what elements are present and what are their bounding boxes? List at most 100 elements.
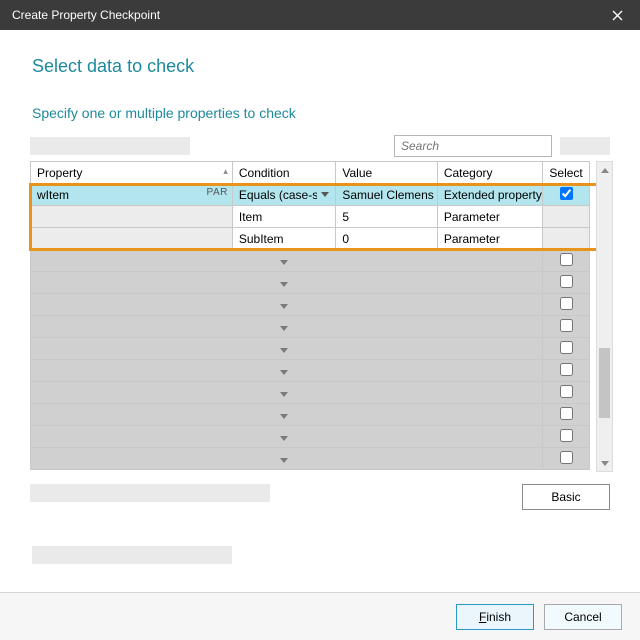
title-bar: Create Property Checkpoint: [0, 0, 640, 30]
cell-select[interactable]: [543, 184, 590, 206]
search-field[interactable]: [394, 135, 552, 157]
expand-cell[interactable]: [31, 382, 543, 404]
select-checkbox[interactable]: [560, 429, 573, 442]
expand-cell[interactable]: [31, 250, 543, 272]
chevron-down-icon: [280, 348, 288, 353]
select-checkbox[interactable]: [560, 341, 573, 354]
bottom-actions: Basic: [26, 484, 614, 510]
table-row[interactable]: wItemPAREquals (case-sensitive)Samuel Cl…: [31, 184, 590, 206]
table-header-row: Property ▴ Condition Value Category Sele…: [31, 162, 590, 184]
cell-value[interactable]: Samuel Clemens: [336, 184, 437, 206]
select-checkbox[interactable]: [560, 253, 573, 266]
table-row-empty[interactable]: [31, 360, 590, 382]
scroll-track[interactable]: [597, 178, 612, 455]
toolbar: [30, 135, 610, 157]
select-checkbox[interactable]: [560, 187, 573, 200]
window-title: Create Property Checkpoint: [12, 8, 602, 22]
cell-value[interactable]: 0: [336, 228, 437, 250]
cell-condition[interactable]: SubItem: [232, 228, 336, 250]
scroll-down-icon[interactable]: [597, 455, 612, 471]
select-checkbox[interactable]: [560, 385, 573, 398]
cell-select[interactable]: [543, 272, 590, 294]
expand-cell[interactable]: [31, 404, 543, 426]
basic-button[interactable]: Basic: [522, 484, 610, 510]
expand-cell[interactable]: [31, 360, 543, 382]
expand-cell[interactable]: [31, 316, 543, 338]
dialog-footer: Finish Cancel: [0, 592, 640, 640]
close-icon[interactable]: [602, 0, 632, 30]
expand-cell[interactable]: [31, 272, 543, 294]
table-row-empty[interactable]: [31, 382, 590, 404]
expand-cell[interactable]: [31, 294, 543, 316]
col-header-property[interactable]: Property ▴: [31, 162, 233, 184]
cell-select[interactable]: [543, 426, 590, 448]
table-row[interactable]: Item5Parameter: [31, 206, 590, 228]
select-checkbox[interactable]: [560, 319, 573, 332]
chevron-down-icon: [280, 392, 288, 397]
cell-select: [543, 206, 590, 228]
col-header-category[interactable]: Category: [437, 162, 543, 184]
footer-placeholder: [32, 546, 232, 564]
expand-cell[interactable]: [31, 426, 543, 448]
expand-cell[interactable]: [31, 448, 543, 470]
cancel-button[interactable]: Cancel: [544, 604, 622, 630]
cell-select[interactable]: [543, 338, 590, 360]
chevron-down-icon: [280, 370, 288, 375]
cell-select[interactable]: [543, 448, 590, 470]
vertical-scrollbar[interactable]: [596, 161, 613, 472]
table-row-empty[interactable]: [31, 448, 590, 470]
table-row-empty[interactable]: [31, 404, 590, 426]
cell-select[interactable]: [543, 382, 590, 404]
col-header-condition[interactable]: Condition: [232, 162, 336, 184]
table-row-empty[interactable]: [31, 316, 590, 338]
cell-condition[interactable]: Equals (case-sensitive): [232, 184, 336, 206]
page-subtitle: Specify one or multiple properties to ch…: [32, 105, 614, 121]
cell-select[interactable]: [543, 250, 590, 272]
scroll-thumb[interactable]: [599, 348, 610, 418]
property-table-area: Property ▴ Condition Value Category Sele…: [30, 161, 610, 470]
cell-select: [543, 228, 590, 250]
cell-property[interactable]: wItemPAR: [31, 184, 233, 206]
cell-select[interactable]: [543, 294, 590, 316]
select-checkbox[interactable]: [560, 407, 573, 420]
select-checkbox[interactable]: [560, 275, 573, 288]
table-row-empty[interactable]: [31, 294, 590, 316]
finish-button[interactable]: Finish: [456, 604, 534, 630]
expand-cell[interactable]: [31, 338, 543, 360]
select-checkbox[interactable]: [560, 297, 573, 310]
search-input[interactable]: [395, 139, 564, 153]
sort-indicator-icon: ▴: [223, 166, 228, 177]
cell-property[interactable]: [31, 206, 233, 228]
cell-select[interactable]: [543, 360, 590, 382]
table-row-empty[interactable]: [31, 426, 590, 448]
chevron-down-icon: [280, 414, 288, 419]
select-checkbox[interactable]: [560, 363, 573, 376]
chevron-down-icon: [280, 458, 288, 463]
cell-category: Parameter: [437, 206, 543, 228]
chevron-down-icon: [280, 436, 288, 441]
cell-property[interactable]: [31, 228, 233, 250]
property-table: Property ▴ Condition Value Category Sele…: [30, 161, 590, 470]
select-checkbox[interactable]: [560, 451, 573, 464]
property-tag: PAR: [207, 187, 228, 198]
col-header-value[interactable]: Value: [336, 162, 437, 184]
table-row-empty[interactable]: [31, 272, 590, 294]
cell-select[interactable]: [543, 316, 590, 338]
toolbar-placeholder-right: [560, 137, 610, 155]
col-header-label: Property: [37, 166, 82, 180]
col-header-select[interactable]: Select: [543, 162, 590, 184]
cell-select[interactable]: [543, 404, 590, 426]
chevron-down-icon: [280, 282, 288, 287]
table-row[interactable]: SubItem0Parameter: [31, 228, 590, 250]
cell-category: Parameter: [437, 228, 543, 250]
dialog-content: Select data to check Specify one or mult…: [0, 30, 640, 640]
page-title: Select data to check: [32, 56, 614, 77]
table-row-empty[interactable]: [31, 338, 590, 360]
cell-condition[interactable]: Item: [232, 206, 336, 228]
scroll-up-icon[interactable]: [597, 162, 612, 178]
table-row-empty[interactable]: [31, 250, 590, 272]
chevron-down-icon[interactable]: [321, 192, 329, 197]
chevron-down-icon: [280, 304, 288, 309]
chevron-down-icon: [280, 326, 288, 331]
cell-value[interactable]: 5: [336, 206, 437, 228]
